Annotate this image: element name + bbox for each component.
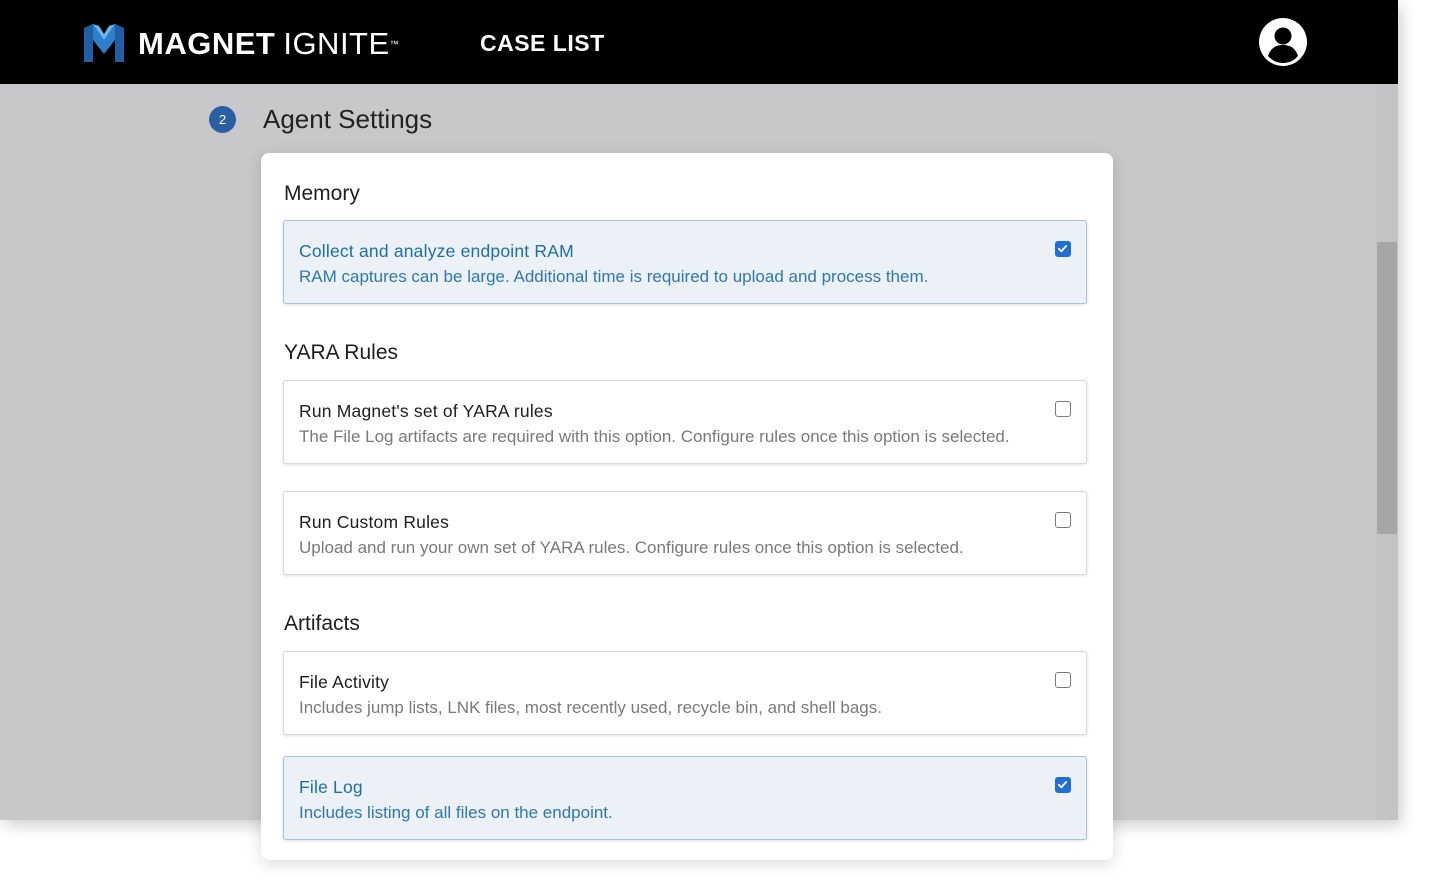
checkbox-magnet-yara-rules[interactable] <box>1055 401 1071 417</box>
option-description: The File Log artifacts are required with… <box>299 427 1010 446</box>
top-navigation-bar: MAGNET IGNITE™ CASE LIST <box>0 0 1398 84</box>
brand-name-light: IGNITE <box>283 26 390 61</box>
step-title: Agent Settings <box>263 104 433 134</box>
app-root: MAGNET IGNITE™ CASE LIST 2 Agent Settings… <box>0 0 1437 880</box>
section-title-artifacts: Artifacts <box>284 612 360 635</box>
checkbox-collect-ram[interactable] <box>1055 241 1071 257</box>
brand-name-bold: MAGNET <box>138 26 276 61</box>
trademark-symbol: ™ <box>389 39 400 49</box>
checkbox-file-log[interactable] <box>1055 777 1071 793</box>
option-title: File Activity <box>299 672 390 692</box>
option-title: File Log <box>299 777 363 797</box>
option-description: Upload and run your own set of YARA rule… <box>299 538 964 557</box>
option-file-activity[interactable]: File Activity Includes jump lists, LNK f… <box>283 651 1087 735</box>
option-file-log[interactable]: File Log Includes listing of all files o… <box>283 756 1087 840</box>
option-description: RAM captures can be large. Additional ti… <box>299 267 929 286</box>
step-header: 2 Agent Settings <box>209 104 432 134</box>
magnet-m-logo-icon <box>84 24 124 62</box>
checkbox-custom-rules[interactable] <box>1055 512 1071 528</box>
nav-case-list[interactable]: CASE LIST <box>480 28 605 58</box>
agent-settings-panel: Memory Collect and analyze endpoint RAM … <box>261 153 1113 860</box>
option-collect-ram[interactable]: Collect and analyze endpoint RAM RAM cap… <box>283 220 1087 304</box>
vertical-scrollbar[interactable] <box>1376 84 1398 820</box>
check-icon <box>1057 781 1068 789</box>
option-title: Run Custom Rules <box>299 512 450 532</box>
brand-name: MAGNET IGNITE™ <box>138 24 399 64</box>
option-title: Collect and analyze endpoint RAM <box>299 241 574 261</box>
option-title: Run Magnet's set of YARA rules <box>299 401 553 421</box>
section-title-yara: YARA Rules <box>284 341 398 364</box>
checkbox-file-activity[interactable] <box>1055 672 1071 688</box>
option-description: Includes listing of all files on the end… <box>299 803 613 822</box>
step-number-badge: 2 <box>209 106 236 133</box>
option-magnet-yara-rules[interactable]: Run Magnet's set of YARA rules The File … <box>283 380 1087 464</box>
check-icon <box>1057 245 1068 253</box>
section-title-memory: Memory <box>284 182 360 205</box>
scrollbar-thumb[interactable] <box>1377 242 1397 534</box>
option-description: Includes jump lists, LNK files, most rec… <box>299 698 882 717</box>
option-custom-rules[interactable]: Run Custom Rules Upload and run your own… <box>283 491 1087 575</box>
user-avatar-icon[interactable] <box>1259 18 1307 66</box>
magnet-ignite-logo[interactable]: MAGNET IGNITE™ <box>82 24 399 64</box>
